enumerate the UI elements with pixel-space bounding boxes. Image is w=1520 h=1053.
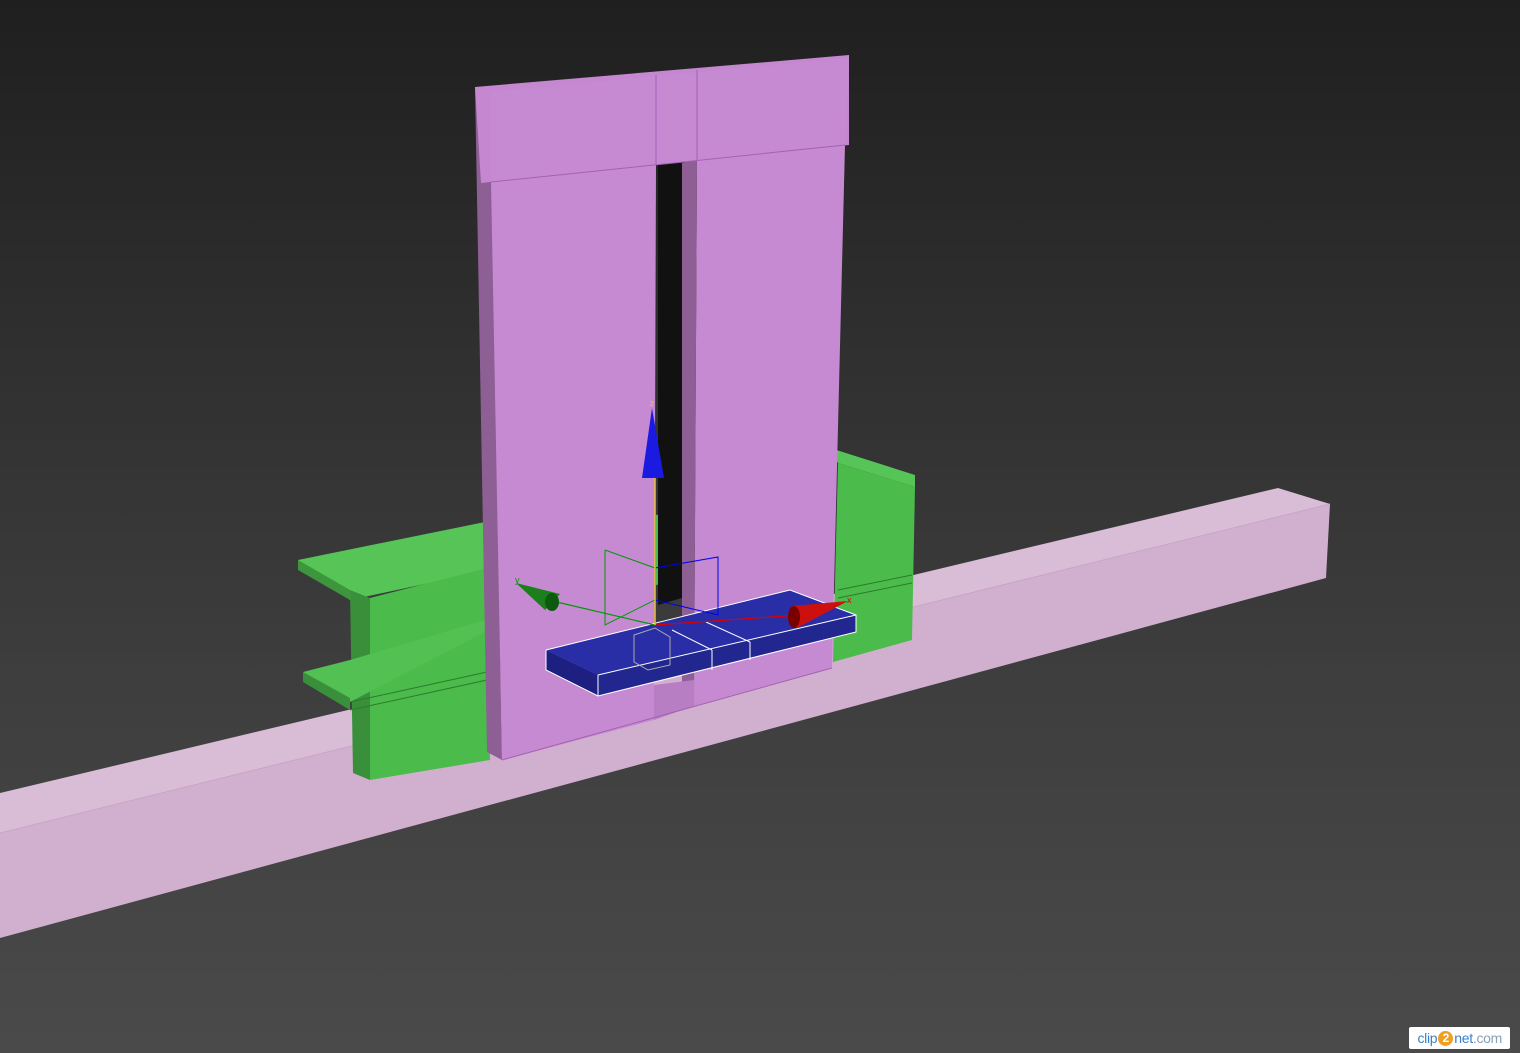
watermark: clip 2 net .com — [1409, 1027, 1510, 1049]
watermark-part-3: net — [1454, 1030, 1473, 1046]
frame-slot — [658, 163, 682, 605]
scene-canvas[interactable]: z x y — [0, 0, 1520, 1053]
watermark-logo-digit: 2 — [1438, 1030, 1454, 1046]
watermark-part-1: clip — [1417, 1030, 1438, 1046]
gizmo-y-arrow-base — [545, 593, 559, 611]
gizmo-y-label: y — [515, 575, 520, 585]
gizmo-z-label: z — [650, 398, 655, 408]
gizmo-x-arrow-base — [788, 606, 800, 628]
3d-viewport[interactable]: z x y clip 2 net .com — [0, 0, 1520, 1053]
watermark-part-4: .com — [1472, 1030, 1502, 1046]
gizmo-x-label: x — [847, 595, 852, 605]
